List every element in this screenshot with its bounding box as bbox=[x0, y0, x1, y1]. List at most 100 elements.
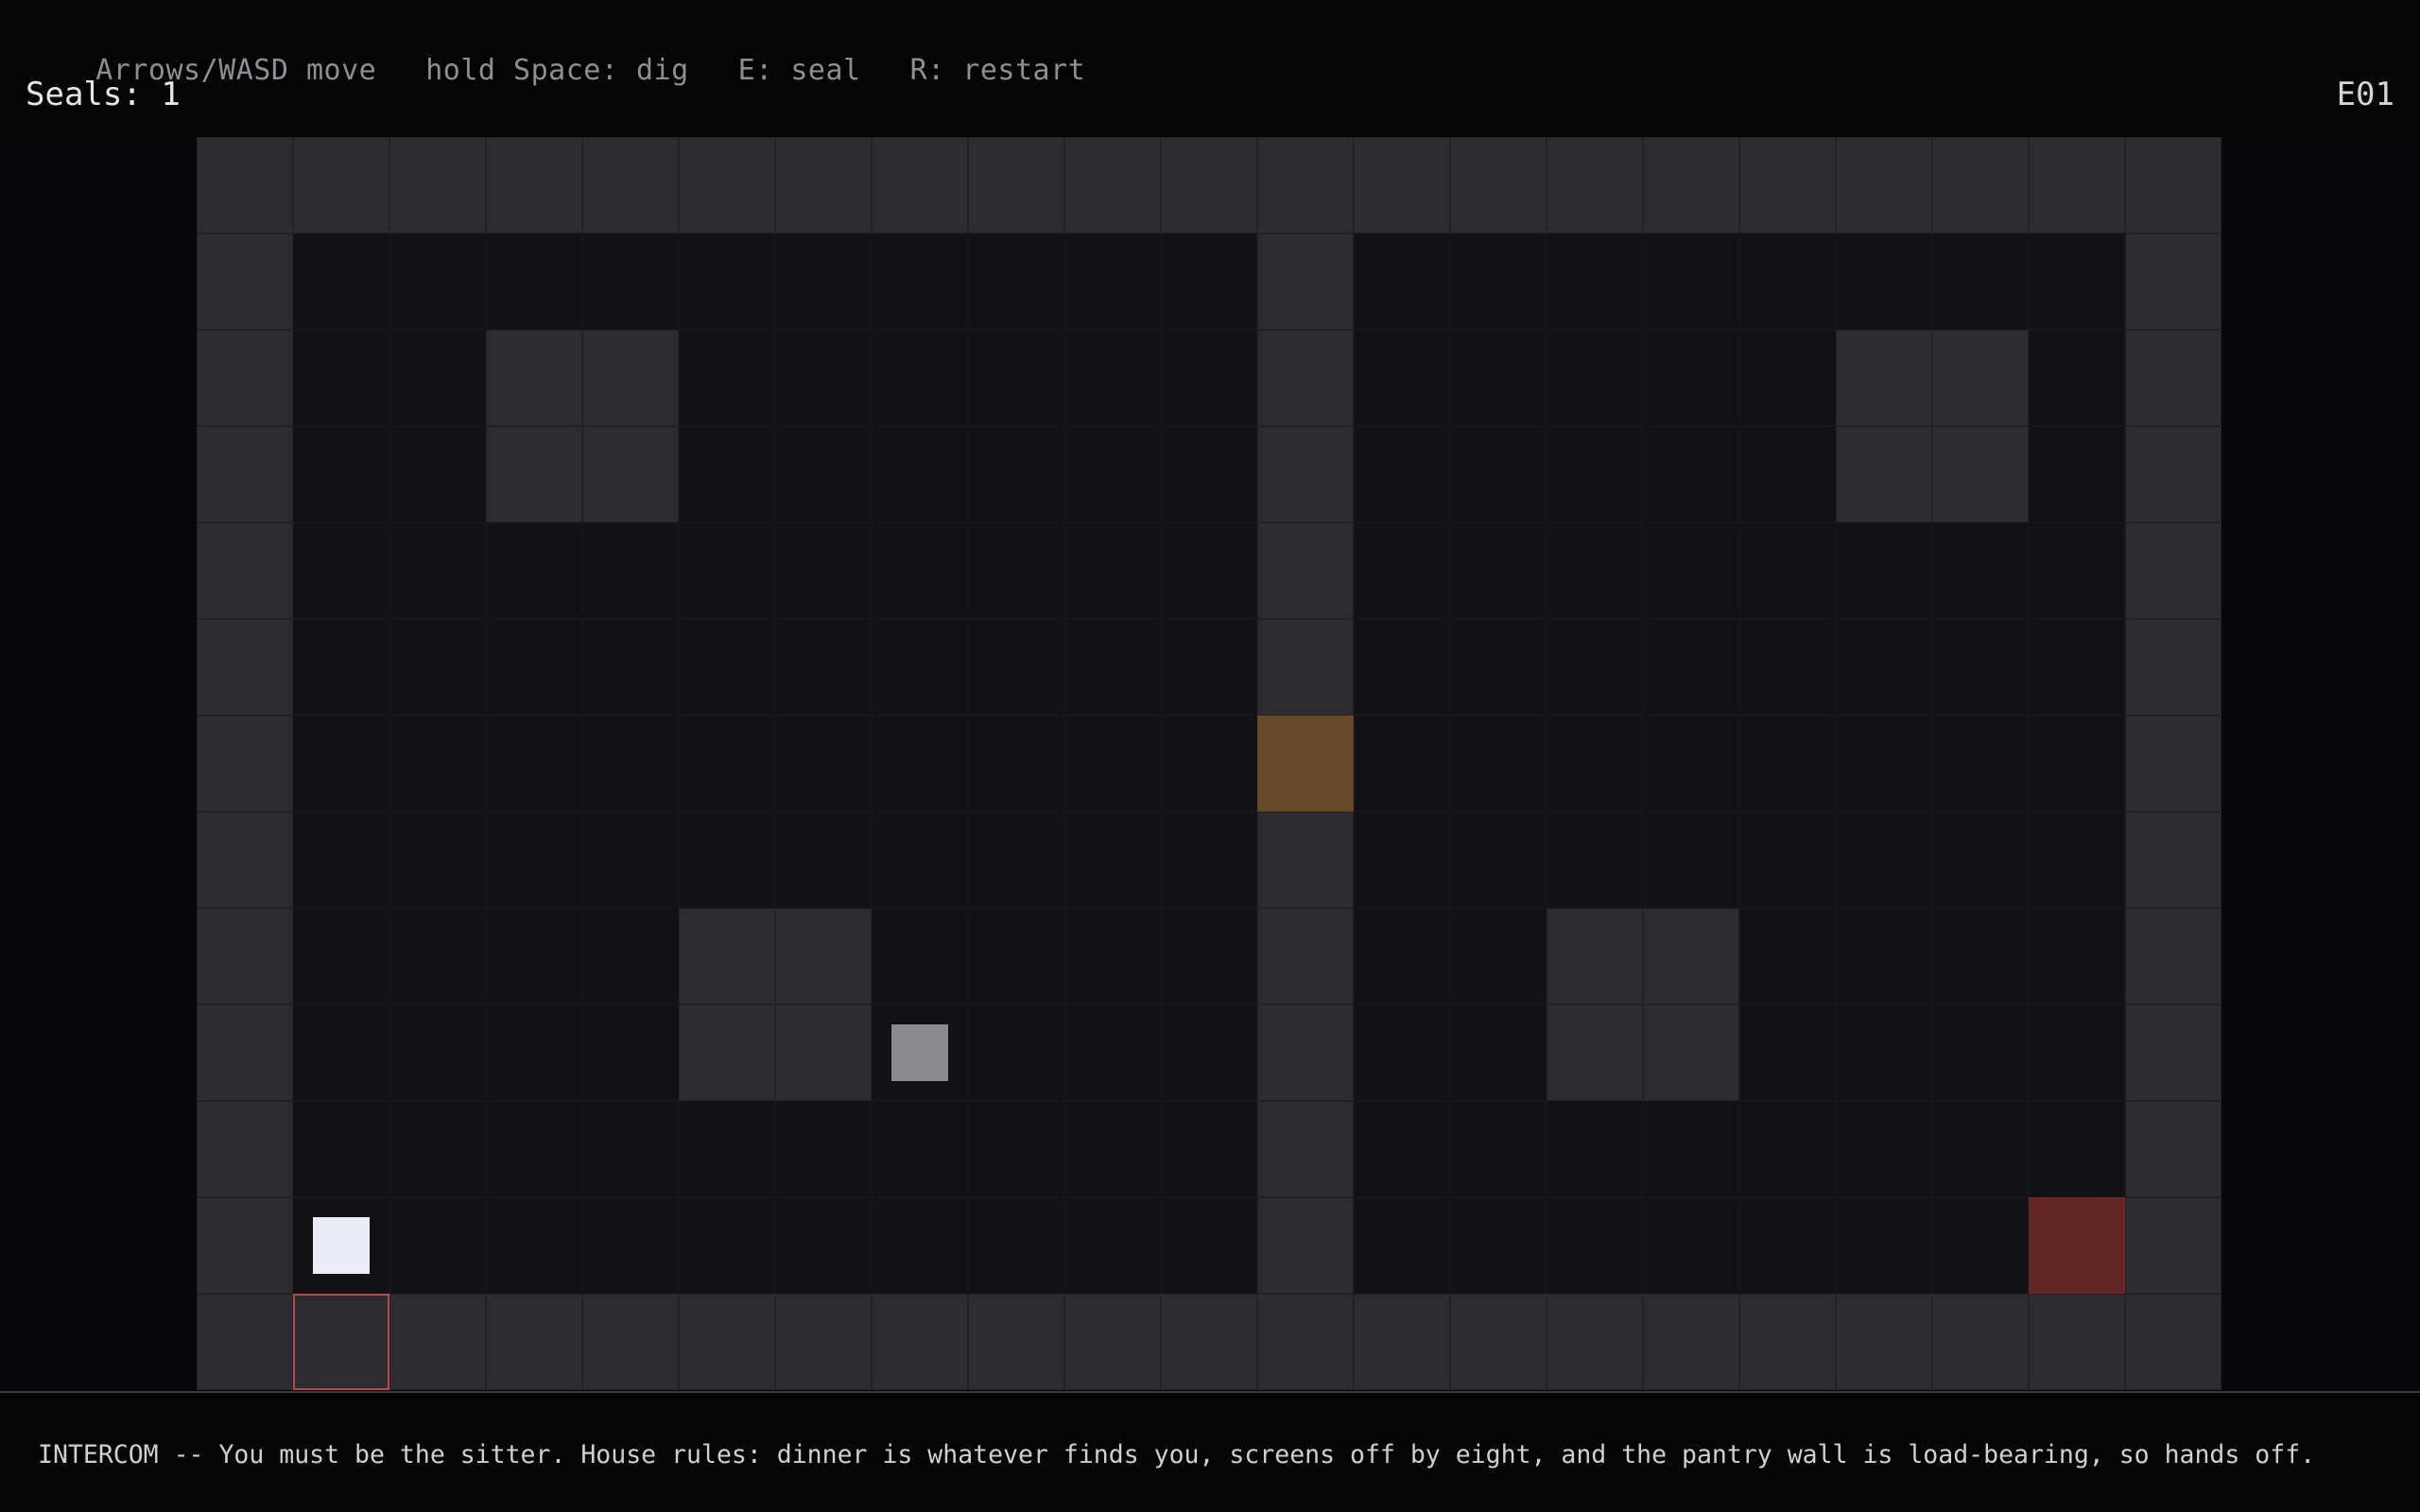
floor-tile bbox=[1739, 1197, 1836, 1294]
wall-tile bbox=[1450, 137, 1547, 233]
wall-tile bbox=[968, 1294, 1064, 1390]
floor-tile bbox=[486, 523, 582, 619]
floor-tile bbox=[293, 1101, 389, 1197]
wall-tile bbox=[1064, 1294, 1161, 1390]
wall-tile bbox=[1932, 1294, 2029, 1390]
floor-tile bbox=[679, 1197, 775, 1294]
floor-tile bbox=[582, 1197, 679, 1294]
game-map[interactable] bbox=[197, 137, 2221, 1390]
wall-tile bbox=[197, 619, 293, 715]
floor-tile bbox=[1354, 426, 1450, 523]
floor-tile bbox=[1064, 619, 1161, 715]
floor-tile bbox=[775, 1101, 872, 1197]
floor-tile bbox=[1643, 233, 1739, 330]
selected-wall-tile[interactable] bbox=[293, 1294, 389, 1390]
wall-tile bbox=[2125, 233, 2221, 330]
wall-tile bbox=[679, 1005, 775, 1101]
floor-tile bbox=[1450, 523, 1547, 619]
floor-tile bbox=[679, 426, 775, 523]
wall-tile bbox=[1547, 137, 1643, 233]
floor-tile bbox=[872, 908, 968, 1005]
floor-tile bbox=[486, 619, 582, 715]
wall-tile bbox=[2125, 426, 2221, 523]
floor-tile bbox=[1836, 1197, 1932, 1294]
wall-tile bbox=[486, 426, 582, 523]
floor-tile bbox=[1064, 233, 1161, 330]
wall-tile bbox=[1547, 908, 1643, 1005]
wall-tile bbox=[197, 1197, 293, 1294]
floor-tile bbox=[1739, 715, 1836, 812]
floor-tile bbox=[486, 1197, 582, 1294]
floor-tile bbox=[679, 523, 775, 619]
wall-tile bbox=[1161, 1294, 1257, 1390]
floor-tile bbox=[968, 908, 1064, 1005]
floor-tile bbox=[775, 812, 872, 908]
wall-tile bbox=[582, 1294, 679, 1390]
floor-tile bbox=[1161, 523, 1257, 619]
floor-tile bbox=[1739, 426, 1836, 523]
seals-counter: Seals: 1 bbox=[26, 76, 181, 113]
floor-tile bbox=[1547, 330, 1643, 426]
wall-tile bbox=[2125, 812, 2221, 908]
wall-tile bbox=[2125, 330, 2221, 426]
wall-tile bbox=[1643, 1294, 1739, 1390]
wall-tile bbox=[1643, 908, 1739, 1005]
wall-tile bbox=[1257, 137, 1354, 233]
wall-tile bbox=[486, 137, 582, 233]
wall-tile bbox=[775, 137, 872, 233]
wall-tile bbox=[1836, 330, 1932, 426]
floor-tile bbox=[968, 1005, 1064, 1101]
floor-tile bbox=[1161, 233, 1257, 330]
floor-tile bbox=[293, 233, 389, 330]
floor-tile bbox=[1547, 523, 1643, 619]
floor-tile bbox=[2029, 426, 2125, 523]
wall-tile bbox=[1161, 137, 1257, 233]
floor-tile bbox=[486, 812, 582, 908]
wall-tile bbox=[2125, 1294, 2221, 1390]
floor-tile bbox=[1064, 1101, 1161, 1197]
floor-tile bbox=[679, 619, 775, 715]
wall-tile bbox=[2125, 619, 2221, 715]
floor-tile bbox=[582, 233, 679, 330]
floor-tile bbox=[293, 715, 389, 812]
wall-tile bbox=[1257, 330, 1354, 426]
wall-tile bbox=[1257, 1197, 1354, 1294]
wall-tile bbox=[1836, 137, 1932, 233]
wall-tile bbox=[389, 1294, 486, 1390]
wall-tile bbox=[1354, 137, 1450, 233]
wall-tile bbox=[197, 1005, 293, 1101]
floor-tile bbox=[775, 715, 872, 812]
floor-tile bbox=[775, 233, 872, 330]
wall-tile bbox=[2125, 908, 2221, 1005]
floor-tile bbox=[389, 812, 486, 908]
floor-tile bbox=[389, 233, 486, 330]
wall-tile bbox=[1643, 137, 1739, 233]
floor-tile bbox=[1547, 715, 1643, 812]
floor-tile bbox=[389, 908, 486, 1005]
wall-tile bbox=[1257, 812, 1354, 908]
floor-tile bbox=[1354, 1101, 1450, 1197]
floor-tile bbox=[389, 426, 486, 523]
wall-tile bbox=[2125, 1005, 2221, 1101]
floor-tile bbox=[1932, 1197, 2029, 1294]
wall-tile bbox=[1257, 426, 1354, 523]
floor-tile bbox=[872, 619, 968, 715]
floor-tile bbox=[872, 426, 968, 523]
floor-tile bbox=[775, 426, 872, 523]
floor-tile bbox=[293, 812, 389, 908]
wall-tile bbox=[486, 1294, 582, 1390]
floor-tile bbox=[968, 1101, 1064, 1197]
wall-tile bbox=[1257, 233, 1354, 330]
wall-tile bbox=[1257, 908, 1354, 1005]
floor-tile bbox=[2029, 908, 2125, 1005]
floor-tile bbox=[1064, 426, 1161, 523]
floor-tile bbox=[486, 233, 582, 330]
floor-tile bbox=[679, 715, 775, 812]
floor-tile bbox=[1161, 812, 1257, 908]
floor-tile bbox=[1354, 523, 1450, 619]
floor-tile bbox=[1836, 523, 1932, 619]
floor-tile bbox=[389, 523, 486, 619]
floor-tile bbox=[389, 330, 486, 426]
floor-tile bbox=[1932, 619, 2029, 715]
floor-tile bbox=[582, 908, 679, 1005]
